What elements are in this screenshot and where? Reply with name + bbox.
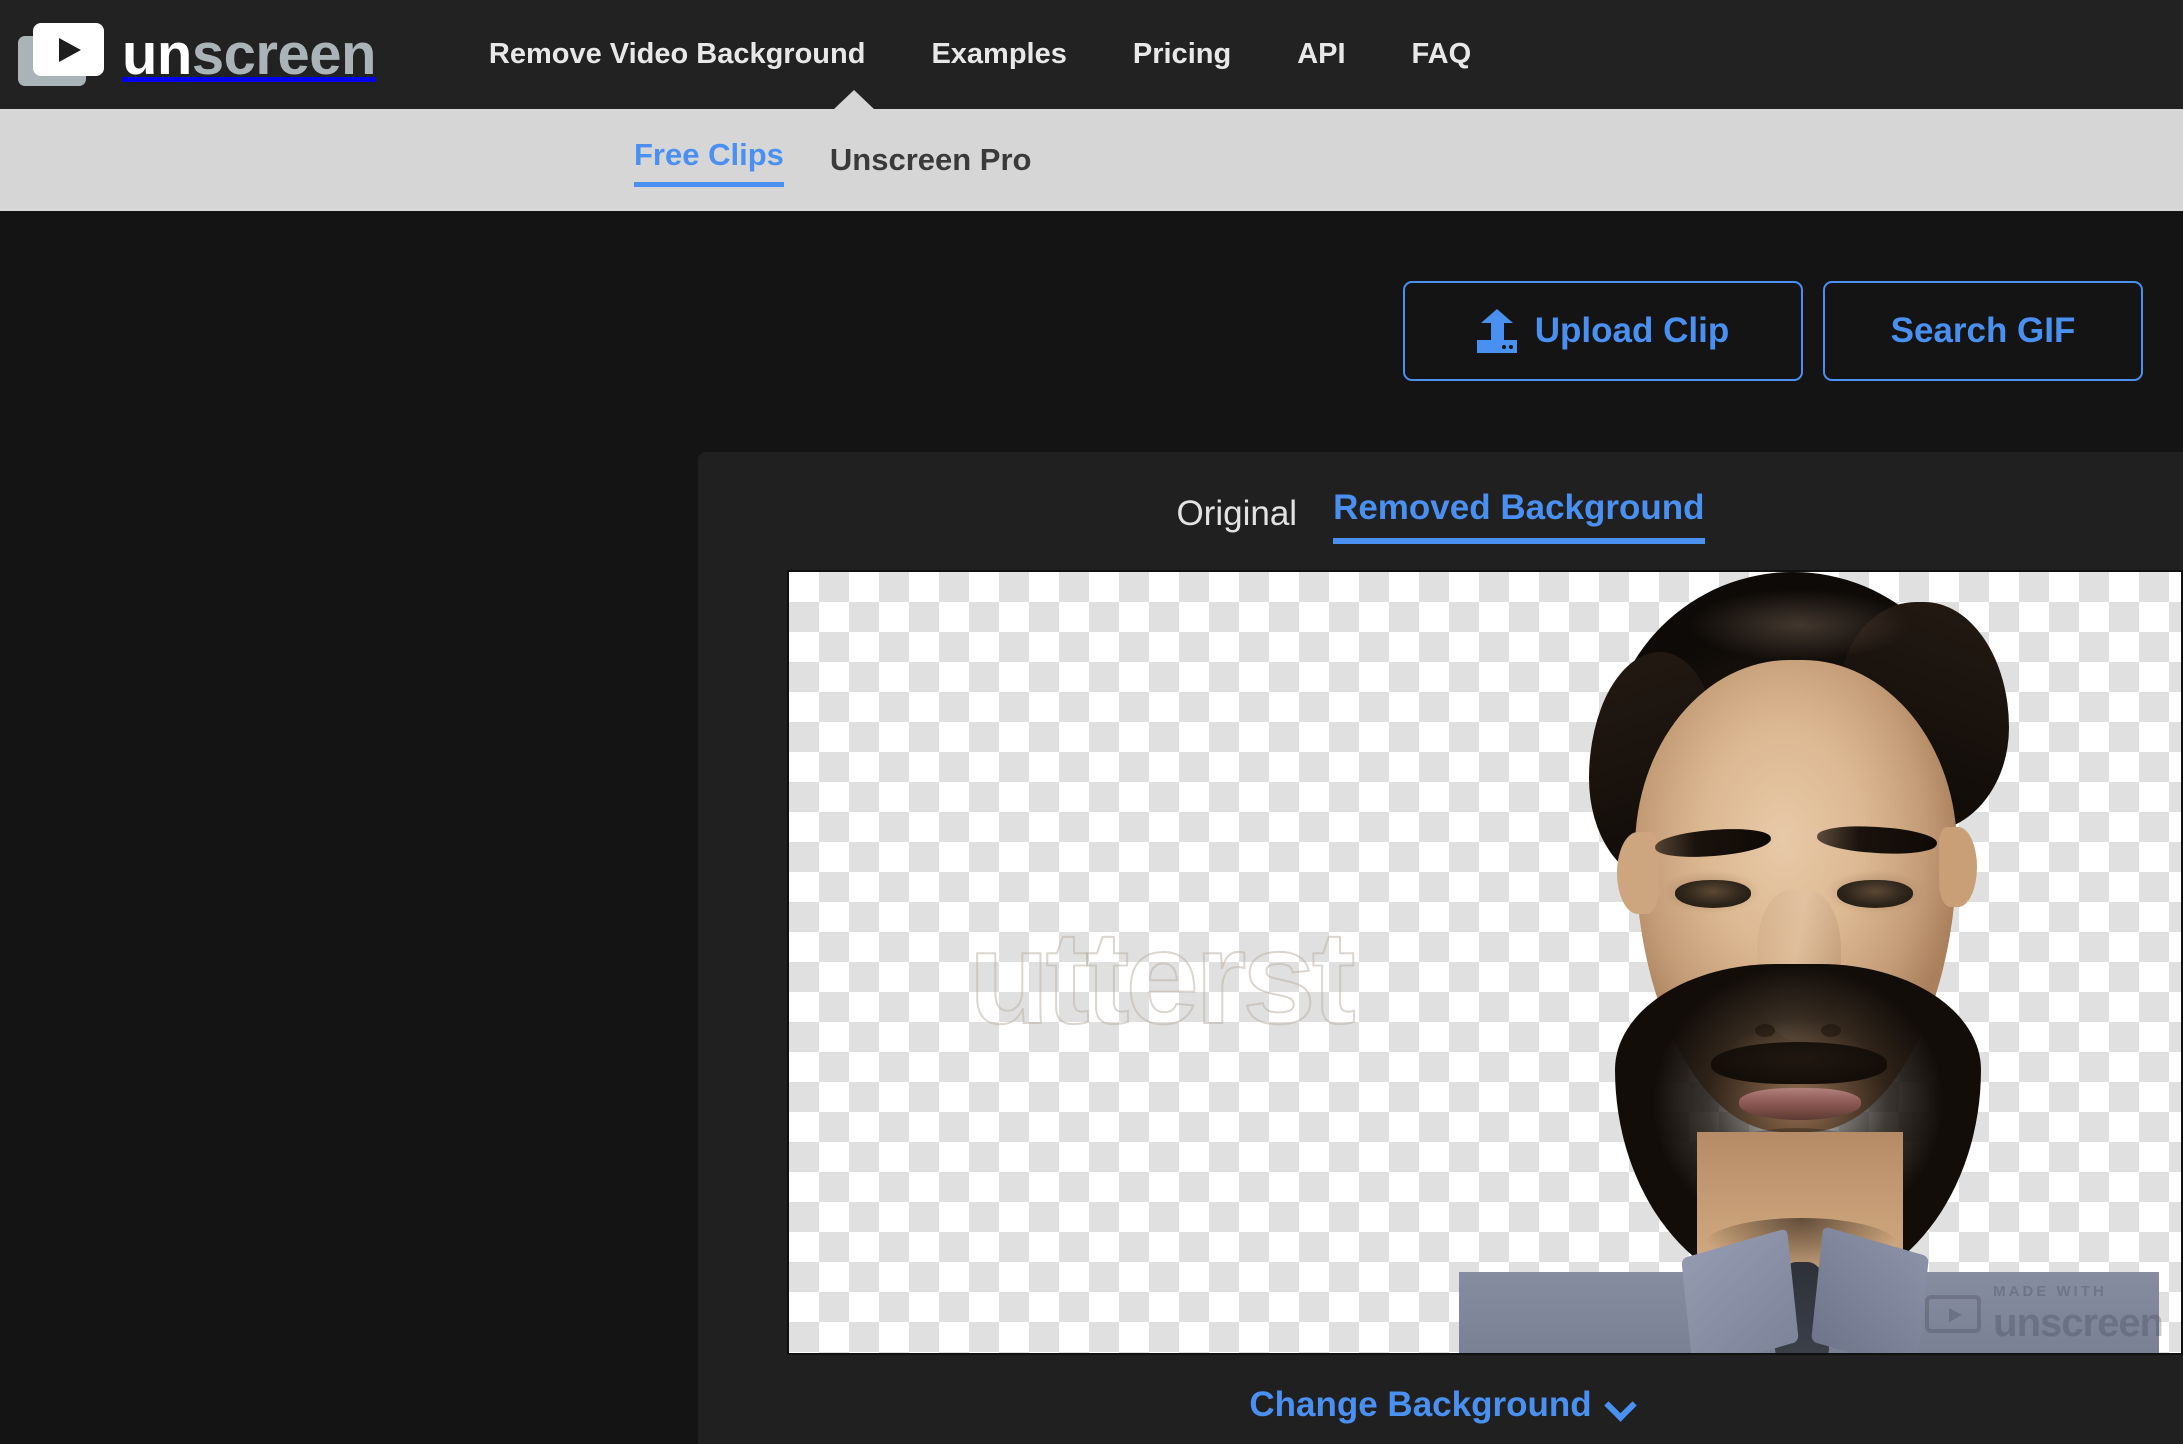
search-gif-label: Search GIF <box>1890 311 2076 350</box>
upload-clip-label: Upload Clip <box>1534 311 1730 350</box>
tab-original[interactable]: Original <box>1176 494 1297 544</box>
subnav-item-unscreen-pro[interactable]: Unscreen Pro <box>830 142 1032 187</box>
main-navigation: Remove Video Background Examples Pricing… <box>456 38 1504 71</box>
logo-text-screen: screen <box>191 21 377 87</box>
search-gif-button[interactable]: Search GIF <box>1823 281 2143 381</box>
preview-canvas[interactable]: utterst MADE WITH unscreen <box>787 570 2183 1355</box>
preview-tabs: Original Removed Background <box>698 488 2183 544</box>
nav-item-examples[interactable]: Examples <box>898 38 1099 71</box>
logo-wordmark: unscreen <box>122 25 376 84</box>
eye-left <box>1675 880 1751 908</box>
hair-highlight <box>1689 590 1909 660</box>
secondary-navigation-bar: Free Clips Unscreen Pro <box>0 90 2183 211</box>
nav-item-faq[interactable]: FAQ <box>1379 38 1505 71</box>
subnav-items: Free Clips Unscreen Pro <box>634 109 1077 211</box>
subject-portrait-image <box>1439 572 2181 1353</box>
change-background-label: Change Background <box>1249 1385 1592 1424</box>
chevron-down-icon <box>1606 1392 1632 1418</box>
logo-text-un: un <box>122 21 192 87</box>
nav-item-api[interactable]: API <box>1264 38 1378 71</box>
tab-removed-background[interactable]: Removed Background <box>1333 488 1705 544</box>
logo-link[interactable]: unscreen <box>18 0 376 109</box>
preview-panel: Original Removed Background utterst MADE… <box>698 452 2183 1444</box>
change-background-button[interactable]: Change Background <box>698 1385 2183 1425</box>
stock-watermark: utterst <box>968 903 1357 1052</box>
mustache-shape <box>1711 1042 1887 1084</box>
mouth-shape <box>1739 1088 1861 1120</box>
nav-item-pricing[interactable]: Pricing <box>1100 38 1264 71</box>
upload-icon <box>1476 309 1517 353</box>
ear-left <box>1617 832 1659 914</box>
upload-clip-button[interactable]: Upload Clip <box>1403 281 1803 381</box>
eye-right <box>1837 880 1913 908</box>
action-bar: Upload Clip Search GIF <box>0 211 2183 451</box>
site-header: unscreen Remove Video Background Example… <box>0 0 2183 109</box>
ear-right <box>1939 827 1977 907</box>
nav-item-remove-video-background[interactable]: Remove Video Background <box>456 38 899 71</box>
subnav-item-free-clips[interactable]: Free Clips <box>634 137 784 187</box>
video-play-icon <box>18 22 104 87</box>
subnav-notch-indicator <box>833 90 875 110</box>
